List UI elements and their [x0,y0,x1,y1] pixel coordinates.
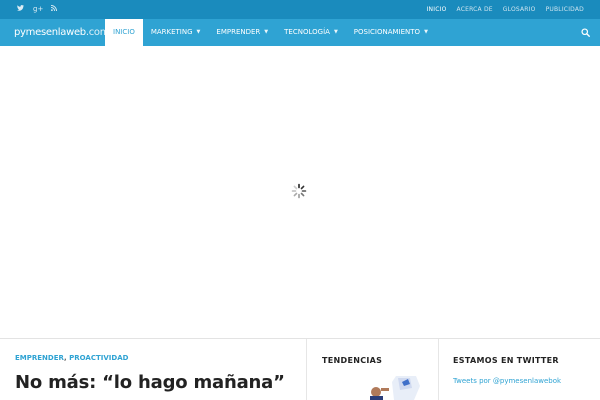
main-menu: INICIO MARKETING ▼ EMPRENDER ▼ TECNOLOGÍA ▼… [105,19,436,46]
twitter-icon[interactable] [16,0,24,19]
loading-spinner-icon [291,183,307,199]
category-separator: , [64,354,67,362]
widget-title-twitter: ESTAMOS EN TWITTER [453,356,559,365]
google-plus-icon[interactable]: g+ [33,0,43,19]
category-link-proactividad[interactable]: PROACTIVIDAD [69,354,128,362]
caret-down-icon: ▼ [196,29,201,35]
logo-main: pymesenlaweb [14,27,86,38]
menu-item-tecnologia[interactable]: TECNOLOGÍA ▼ [276,19,346,46]
top-link-glosario[interactable]: GLOSARIO [503,6,536,13]
search-icon [580,28,590,37]
twitter-timeline-link[interactable]: Tweets por @pymesenlawebok [453,377,561,385]
menu-item-label: INICIO [113,28,135,36]
column-divider [306,339,307,400]
column-divider [438,339,439,400]
menu-item-label: POSICIONAMIENTO [353,28,421,36]
post-title[interactable]: No más: “lo hago mañana” [15,372,285,393]
rss-icon[interactable] [50,0,58,19]
social-links: g+ [16,0,58,19]
caret-down-icon: ▼ [264,29,269,35]
widget-title-tendencias: TENDENCIAS [322,356,383,365]
caret-down-icon: ▼ [424,29,428,35]
category-link-emprender[interactable]: EMPRENDER [15,354,64,362]
site-logo[interactable]: pymesenlaweb.com [14,19,110,46]
top-bar: g+ INICIO ACERCA DE GLOSARIO PUBLICIDAD [0,0,600,19]
section-divider [0,338,600,339]
top-link-acerca-de[interactable]: ACERCA DE [457,6,493,13]
top-links: INICIO ACERCA DE GLOSARIO PUBLICIDAD [427,0,584,19]
menu-item-marketing[interactable]: MARKETING ▼ [143,19,209,46]
menu-item-inicio[interactable]: INICIO [105,19,143,46]
menu-item-label: TECNOLOGÍA [284,28,330,36]
top-link-inicio[interactable]: INICIO [427,6,447,13]
main-navbar: pymesenlaweb.com INICIO MARKETING ▼ EMPRE… [0,19,600,46]
trending-thumbnail[interactable] [366,376,424,400]
menu-item-label: EMPRENDER [216,28,261,36]
menu-item-posicionamiento[interactable]: POSICIONAMIENTO ▼ [346,19,436,46]
menu-item-label: MARKETING [150,28,193,36]
post-categories: EMPRENDER, PROACTIVIDAD [15,354,128,362]
menu-item-emprender[interactable]: EMPRENDER ▼ [208,19,276,46]
search-button[interactable] [570,19,600,46]
featured-slider[interactable] [0,46,600,338]
top-link-publicidad[interactable]: PUBLICIDAD [546,6,584,13]
caret-down-icon: ▼ [333,29,338,35]
